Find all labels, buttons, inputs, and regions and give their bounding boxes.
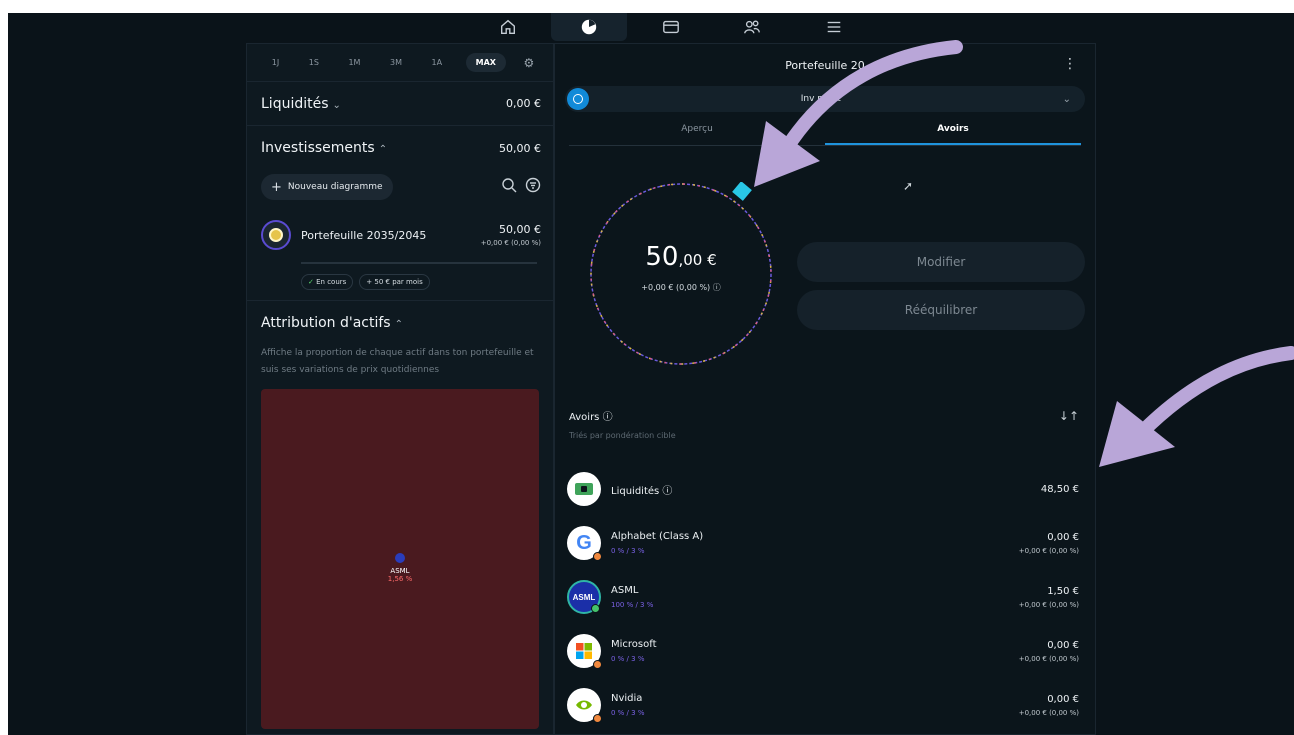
more-vertical-icon[interactable]: ⋮	[1063, 56, 1077, 72]
people-icon[interactable]	[722, 13, 782, 41]
investments-label: Investissements	[261, 140, 375, 156]
holding-weight: 0 % / 3 %	[611, 655, 645, 663]
list-item[interactable]: ASML ASML 100 % / 3 % 1,50 € +0,00 € (0,…	[567, 570, 1079, 624]
holding-name: Nvidia	[611, 693, 643, 704]
home-icon[interactable]	[478, 13, 538, 41]
microsoft-icon	[567, 634, 602, 669]
total-value-block: 50,00 € +0,00 € (0,00 %) ⓘ	[589, 242, 773, 293]
google-icon: G	[567, 526, 602, 561]
card-icon[interactable]	[641, 13, 701, 41]
liquidites-label: Liquidités	[261, 95, 329, 112]
top-nav	[8, 13, 1294, 43]
gear-icon[interactable]: ⚙	[523, 56, 534, 70]
holding-name: Liquidités ⓘ	[611, 485, 673, 497]
filter-icon[interactable]	[525, 177, 541, 197]
holdings-list: Liquidités ⓘ 48,50 € G Alphabet (Class A…	[567, 462, 1079, 732]
liquidites-row[interactable]: Liquidités ⌄ 0,00 €	[247, 82, 553, 126]
portfolio-item[interactable]: Portefeuille 2035/2045 50,00 € +0,00 € (…	[261, 208, 541, 262]
total-value: 50,00 €	[645, 242, 717, 272]
attribution-title: Attribution d'actifs	[261, 315, 391, 331]
nvidia-icon	[567, 688, 602, 723]
annotation-arrow-top	[754, 40, 963, 187]
cash-icon	[567, 472, 601, 506]
investments-section: Investissements ⌃ 50,00 € + Nouveau diagr…	[247, 126, 553, 301]
holding-delta: +0,00 € (0,00 %)	[1018, 654, 1079, 663]
annotation-arrow-right	[1099, 346, 1294, 467]
holding-weight: 0 % / 3 %	[611, 547, 645, 555]
asml-icon: ASML	[567, 580, 601, 614]
search-icon[interactable]	[501, 177, 517, 197]
holdings-title: Avoirs ⓘ	[569, 412, 613, 423]
holding-value: 0,00 €	[1047, 531, 1079, 543]
left-panel: 1J 1S 1M 3M 1A MAX ⚙ Liquidités ⌄ 0,00 € …	[246, 43, 554, 735]
portfolio-delta: +0,00 € (0,00 %)	[480, 239, 541, 247]
holding-delta: +0,00 € (0,00 %)	[1018, 708, 1079, 717]
holding-value: 0,00 €	[1047, 639, 1079, 651]
asml-icon	[395, 553, 405, 563]
holding-name: Microsoft	[611, 639, 657, 650]
app-screen: 1J 1S 1M 3M 1A MAX ⚙ Liquidités ⌄ 0,00 € …	[8, 13, 1294, 735]
portfolio-name: Portefeuille 2035/2045	[301, 228, 427, 242]
timeframe-bar: 1J 1S 1M 3M 1A MAX ⚙	[247, 44, 553, 82]
timeframe-1s[interactable]: 1S	[303, 53, 325, 72]
holding-name: ASML	[611, 585, 639, 596]
portfolio-avatar	[261, 220, 291, 250]
rebalance-button[interactable]: Rééquilibrer	[797, 290, 1085, 330]
holding-delta: +0,00 € (0,00 %)	[1018, 546, 1079, 555]
holding-name: Alphabet (Class A)	[611, 531, 704, 542]
chevron-down-icon: ⌄	[332, 99, 341, 111]
chevron-up-icon: ⌃	[378, 144, 388, 155]
investments-value: 50,00 €	[499, 141, 541, 155]
portfolio-progress-bar	[301, 262, 537, 264]
portfolio-value: 50,00 €	[499, 223, 541, 236]
new-diagram-button[interactable]: + Nouveau diagramme	[261, 174, 393, 200]
list-item[interactable]: G Alphabet (Class A) 0 % / 3 % 0,00 € +0…	[567, 516, 1079, 570]
pie-chart-icon[interactable]	[551, 13, 627, 41]
holdings-header: Avoirs ⓘ ↓↑ Triés par pondération cible	[569, 408, 1079, 441]
modify-button[interactable]: Modifier	[797, 242, 1085, 282]
timeframe-3m[interactable]: 3M	[384, 53, 408, 72]
timeframe-1m[interactable]: 1M	[342, 53, 366, 72]
treemap-asset-pct: 1,56 %	[387, 575, 413, 583]
holding-weight: 0 % / 3 %	[611, 709, 645, 717]
timeframe-max[interactable]: MAX	[465, 53, 506, 72]
list-item[interactable]: Liquidités ⓘ 48,50 €	[567, 462, 1079, 516]
plan-badge: + 50 € par mois	[359, 274, 430, 290]
holding-value: 1,50 €	[1047, 585, 1079, 597]
clock-icon	[567, 88, 589, 110]
new-diagram-label: Nouveau diagramme	[287, 182, 383, 192]
menu-icon[interactable]	[804, 13, 864, 41]
check-icon: ✓	[308, 278, 314, 286]
investments-header[interactable]: Investissements ⌃ 50,00 €	[261, 126, 541, 170]
total-delta: +0,00 € (0,00 %) ⓘ	[641, 283, 721, 292]
attribution-section: Attribution d'actifs ⌃ Affiche la proport…	[247, 301, 553, 729]
liquidites-value: 0,00 €	[506, 97, 541, 110]
list-item[interactable]: Microsoft 0 % / 3 % 0,00 € +0,00 € (0,00…	[567, 624, 1079, 678]
timeframe-1a[interactable]: 1A	[426, 53, 449, 72]
treemap-asset-name: ASML	[390, 567, 410, 575]
status-badge: ✓ En cours	[301, 274, 354, 290]
plus-icon: +	[271, 179, 282, 195]
sort-icon[interactable]: ↓↑	[1059, 409, 1079, 423]
timeframe-1j[interactable]: 1J	[266, 53, 285, 72]
attribution-description: Affiche la proportion de chaque actif da…	[261, 348, 534, 375]
attribution-header[interactable]: Attribution d'actifs ⌃	[261, 301, 541, 345]
chevron-down-icon: ⌄	[1062, 93, 1071, 105]
list-item[interactable]: Nvidia 0 % / 3 % 0,00 € +0,00 € (0,00 %)	[567, 678, 1079, 732]
holdings-subtitle: Triés par pondération cible	[569, 431, 676, 440]
asset-treemap[interactable]: ASML 1,56 %	[261, 389, 539, 729]
holding-weight: 100 % / 3 %	[611, 601, 654, 609]
holding-value: 48,50 €	[1040, 483, 1079, 495]
chevron-up-icon: ⌃	[394, 319, 403, 330]
holding-delta: +0,00 € (0,00 %)	[1018, 600, 1079, 609]
holding-value: 0,00 €	[1047, 693, 1079, 705]
